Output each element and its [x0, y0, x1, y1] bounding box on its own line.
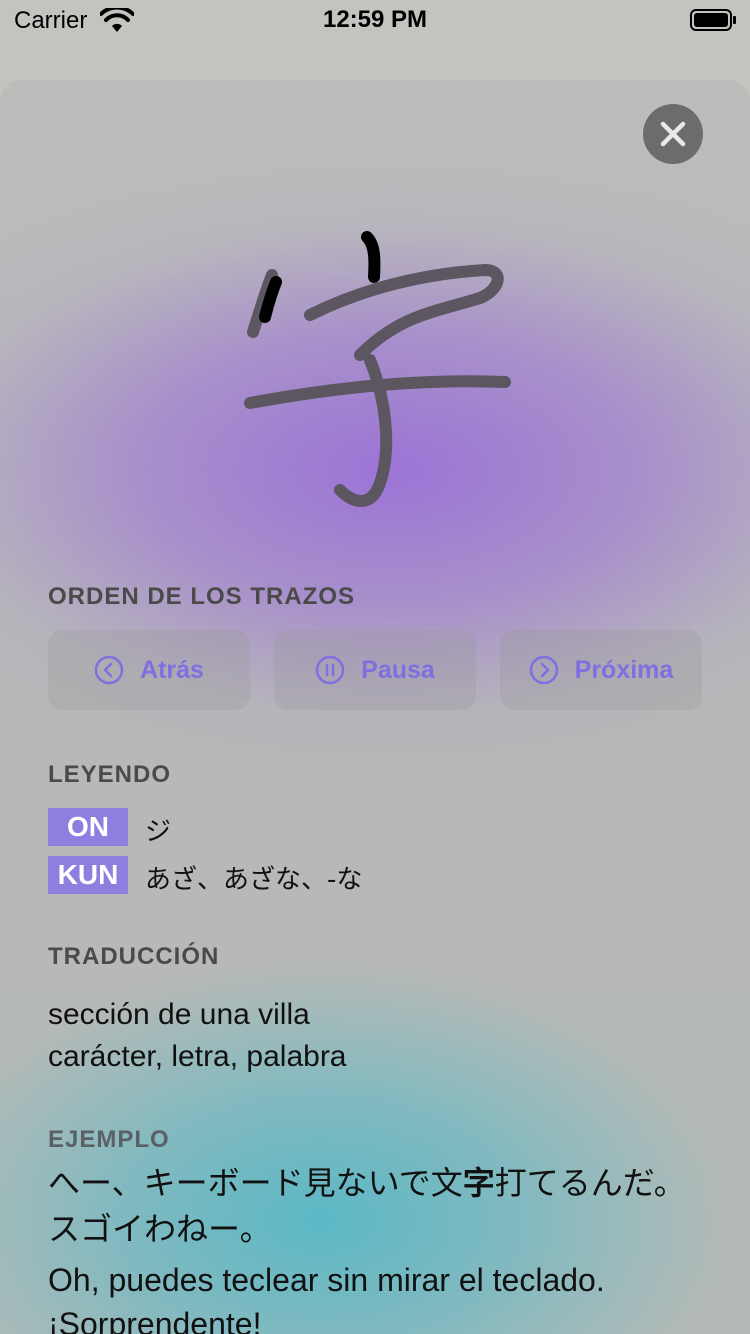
example-spanish: Oh, puedes teclear sin mirar el teclado.… [48, 1262, 605, 1334]
chevron-left-circle-icon [94, 655, 124, 685]
kanji-stroke-path [304, 264, 504, 361]
chevron-right-circle-icon [529, 655, 558, 685]
next-button[interactable]: Próxima [500, 630, 702, 710]
translation-line: carácter, letra, palabra [48, 1040, 347, 1073]
example-label: EJEMPLO [48, 1126, 170, 1153]
close-icon [660, 121, 686, 147]
reading-label: LEYENDO [48, 761, 172, 788]
status-bar: Carrier 12:59 PM [0, 0, 750, 40]
kun-reading-badge: KUN [48, 856, 128, 894]
back-button-label: Atrás [140, 655, 204, 684]
next-button-label: Próxima [574, 655, 674, 684]
translation-text: sección de una villa carácter, letra, pa… [48, 994, 347, 1078]
pause-circle-icon [315, 655, 345, 685]
pause-button-label: Pausa [361, 655, 435, 684]
kun-reading-text: あざ、あざな、-な [145, 865, 363, 895]
pause-button[interactable]: Pausa [274, 630, 476, 710]
translation-label: TRADUCCIÓN [48, 943, 220, 970]
example-jp-text: へー、キーボード見ないで文 [48, 1164, 463, 1202]
back-button[interactable]: Atrás [48, 630, 250, 710]
kanji-stroke-animated [361, 231, 381, 283]
kanji-stroke-canvas [244, 231, 511, 507]
example-jp-highlight: 字 [462, 1164, 495, 1202]
kanji-detail-sheet: ORDEN DE LOS TRAZOS Atrás Pausa Próxima … [0, 80, 750, 1334]
stroke-order-label: ORDEN DE LOS TRAZOS [48, 583, 356, 610]
on-reading-text: ジ [145, 817, 172, 847]
example-japanese: へー、キーボード見ないで文字打てるんだ。スゴイわねー。 [48, 1160, 708, 1252]
status-time: 12:59 PM [322, 6, 428, 33]
translation-line: sección de una villa [48, 998, 310, 1031]
close-button[interactable] [643, 104, 703, 164]
battery-icon [690, 9, 736, 31]
on-reading-badge: ON [48, 808, 128, 846]
